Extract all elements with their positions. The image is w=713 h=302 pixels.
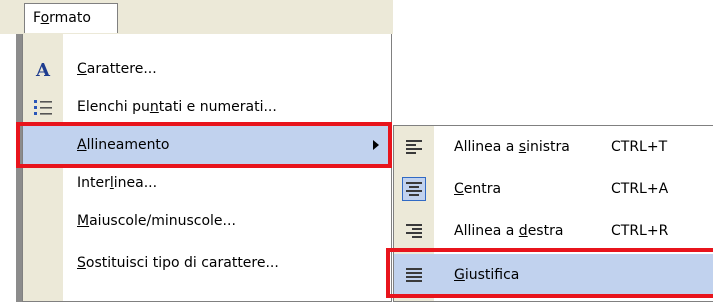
align-right-icon <box>402 219 426 243</box>
menu-item-maiuscole[interactable]: Maiuscole/minuscole... <box>23 202 391 240</box>
bullets-numbering-icon <box>31 95 55 119</box>
menu-title-mnemonic: o <box>40 10 50 26</box>
menu-item-sostituisci[interactable]: Sostituisci tipo di carattere... <box>23 244 391 282</box>
formato-dropdown: A Carattere... Elenchi puntati e numerat… <box>22 34 392 302</box>
submenu-item-align-right[interactable]: Allinea a destra CTRL+R <box>394 210 713 252</box>
menu-title-text: F <box>33 10 41 26</box>
shortcut-label: CTRL+R <box>611 223 669 239</box>
align-left-icon <box>402 135 426 159</box>
align-center-icon <box>402 177 426 201</box>
menu-title-text-rest: rmato <box>49 10 91 26</box>
menu-item-interlinea[interactable]: Interlinea... <box>23 164 391 202</box>
shortcut-label: CTRL+A <box>611 181 669 197</box>
menu-item-elenchi[interactable]: Elenchi puntati e numerati... <box>23 88 391 126</box>
svg-text:A: A <box>35 60 51 79</box>
submenu-item-center[interactable]: Centra CTRL+A <box>394 168 713 210</box>
menu-formato[interactable]: Formato <box>24 3 118 33</box>
callout-highlight-allineamento <box>16 122 392 168</box>
callout-highlight-giustifica <box>386 248 713 298</box>
font-A-icon: A <box>31 57 55 81</box>
submenu-item-align-left[interactable]: Allinea a sinistra CTRL+T <box>394 126 713 168</box>
menu-item-carattere[interactable]: A Carattere... <box>23 50 391 88</box>
shortcut-label: CTRL+T <box>611 139 668 155</box>
